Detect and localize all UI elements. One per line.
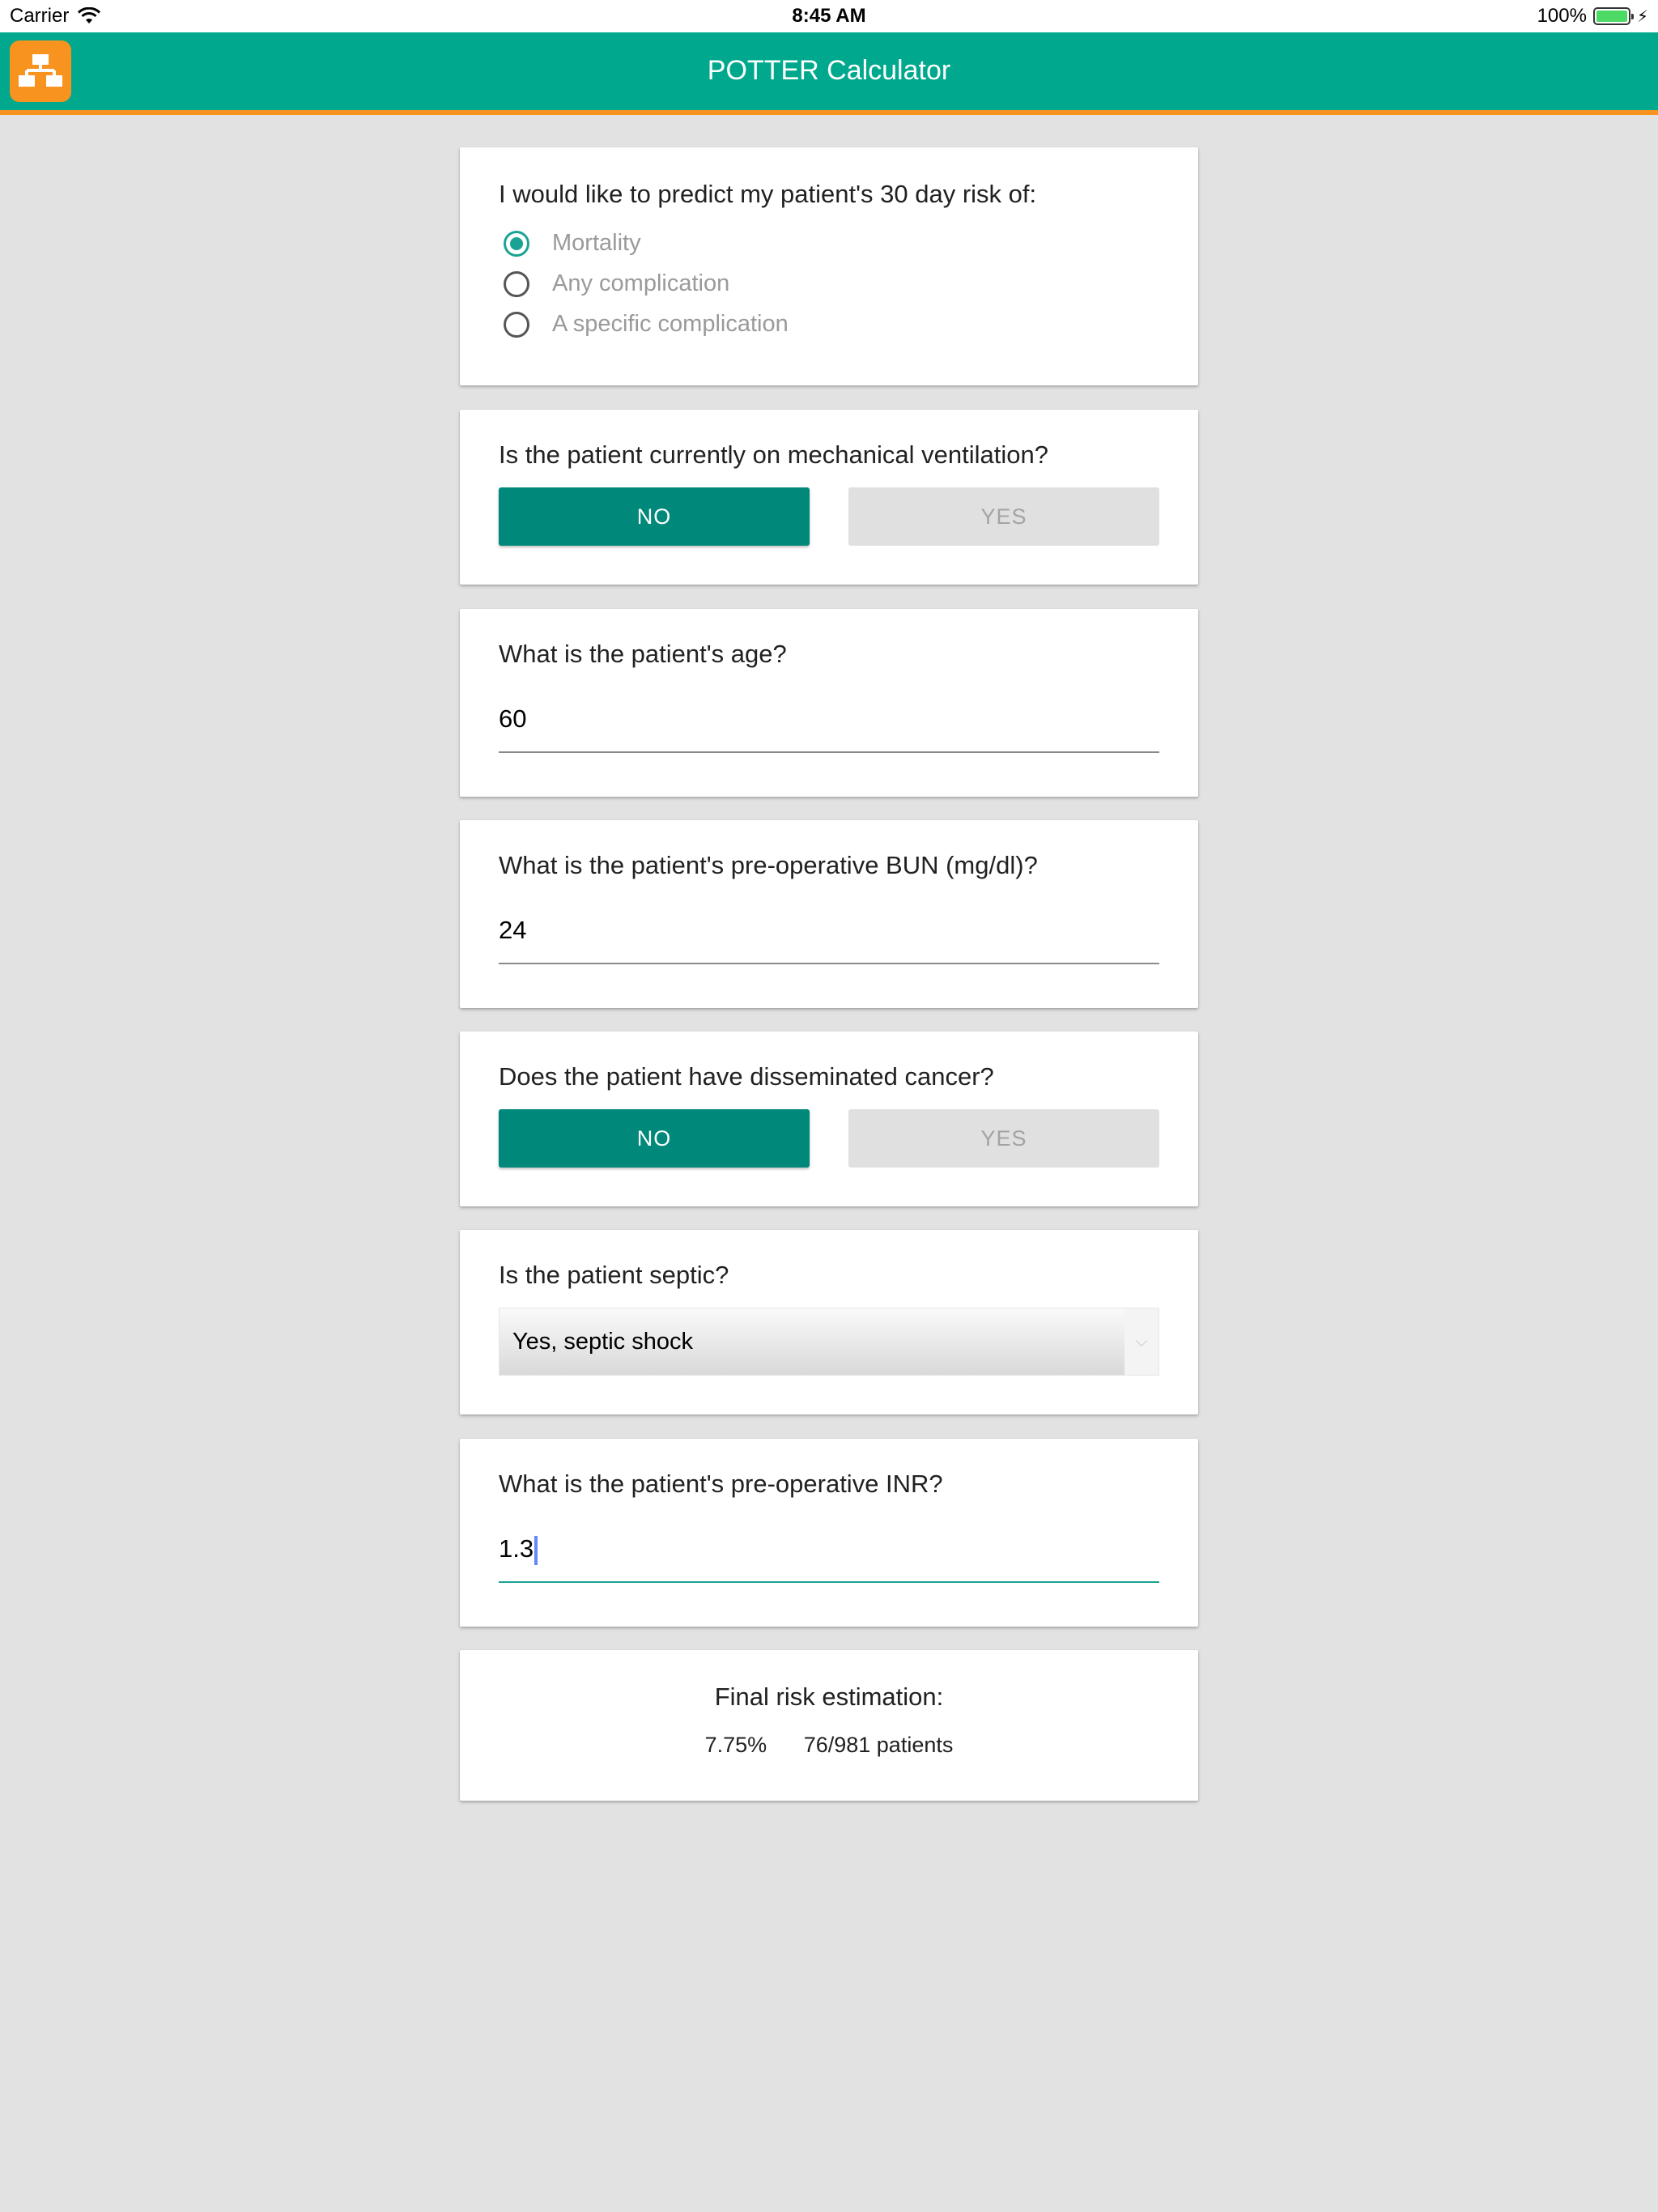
inr-question: What is the patient's pre-operative INR? [499,1470,943,1498]
ventilation-question: Is the patient currently on mechanical v… [499,440,1048,469]
radio-button-checked[interactable] [504,230,529,257]
septic-question: Is the patient septic? [499,1261,729,1289]
inr-input[interactable]: 1.3 [499,1526,1159,1583]
radio-option-specific-complication[interactable]: A specific complication [504,311,789,338]
app-header: POTTER Calculator [0,32,1658,115]
age-value: 60 [499,704,527,733]
patient-count: 76/981 patients [803,1733,954,1757]
ventilation-card: Is the patient currently on mechanical v… [460,410,1198,585]
cancer-question: Does the patient have disseminated cance… [499,1062,994,1091]
radio-label: A specific complication [552,311,789,337]
age-card: What is the patient's age? 60 [460,609,1198,797]
risk-type-card: I would like to predict my patient's 30 … [460,147,1198,385]
status-bar: Carrier 8:45 AM 100% ⚡ [0,0,1658,32]
risk-question: I would like to predict my patient's 30 … [499,180,1037,208]
radio-label: Mortality [552,230,641,256]
cancer-card: Does the patient have disseminated cance… [460,1032,1198,1206]
risk-percent: 7.75% [704,1733,767,1757]
result-card: Final risk estimation: 7.75% 76/981 pati… [460,1650,1198,1801]
text-cursor [534,1535,538,1565]
chevron-down-icon[interactable]: ⌵ [1124,1308,1158,1375]
age-input[interactable]: 60 [499,696,1159,753]
charging-bolt-icon: ⚡ [1636,7,1648,26]
septic-selected-option: Yes, septic shock [512,1328,693,1355]
radio-button[interactable] [504,311,529,338]
bun-value: 24 [499,916,527,944]
battery-info: 100% ⚡ [1537,5,1648,28]
septic-select[interactable]: Yes, septic shock ⌵ [499,1308,1159,1376]
battery-percent: 100% [1537,5,1587,27]
radio-option-any-complication[interactable]: Any complication [504,270,729,297]
clock: 8:45 AM [792,5,866,27]
cancer-no-button[interactable]: NO [499,1109,810,1168]
age-question: What is the patient's age? [499,640,787,668]
app-title: POTTER Calculator [707,55,951,86]
cancer-yes-button[interactable]: YES [848,1109,1159,1168]
radio-button[interactable] [504,270,529,297]
battery-icon [1592,7,1634,25]
result-values: 7.75% 76/981 patients [460,1733,1198,1758]
ventilation-no-button[interactable]: NO [499,487,810,546]
inr-card: What is the patient's pre-operative INR?… [460,1439,1198,1627]
radio-option-mortality[interactable]: Mortality [504,230,641,257]
bun-card: What is the patient's pre-operative BUN … [460,820,1198,1008]
bun-input[interactable]: 24 [499,908,1159,964]
septic-card: Is the patient septic? Yes, septic shock… [460,1230,1198,1414]
radio-label: Any complication [552,270,730,296]
result-title: Final risk estimation: [714,1682,944,1711]
bun-question: What is the patient's pre-operative BUN … [499,851,1038,879]
inr-value: 1.3 [499,1534,534,1563]
ventilation-yes-button[interactable]: YES [848,487,1159,546]
